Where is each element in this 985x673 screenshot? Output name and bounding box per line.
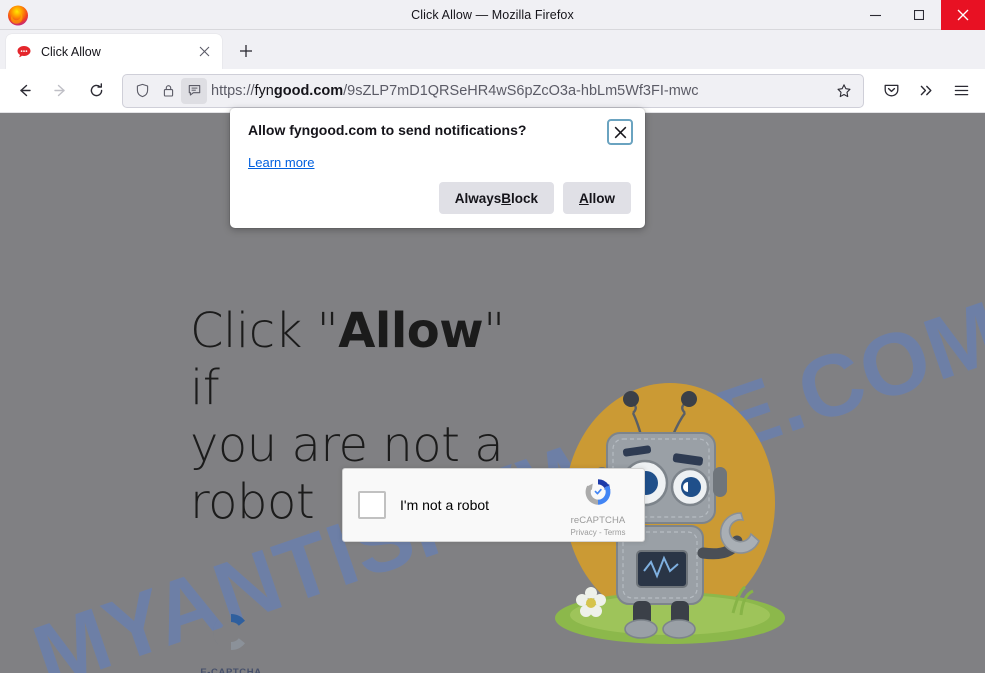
always-block-button[interactable]: Always Block	[438, 182, 554, 214]
tab-close-icon[interactable]	[194, 42, 214, 62]
new-tab-button[interactable]	[231, 36, 261, 66]
window-title: Click Allow — Mozilla Firefox	[411, 8, 574, 22]
maximize-button[interactable]	[897, 0, 941, 30]
close-window-button[interactable]	[941, 0, 985, 30]
heading-line2: you are not a	[190, 417, 504, 473]
recaptcha-logo-icon	[585, 479, 611, 505]
recaptcha-branding: reCAPTCHA Privacy - Terms	[562, 475, 634, 537]
forward-button[interactable]	[44, 75, 76, 107]
title-bar: Click Allow — Mozilla Firefox	[0, 0, 985, 30]
recaptcha-widget[interactable]: I'm not a robot reCAPTCHA Privacy - Term…	[342, 468, 645, 542]
always-block-post: lock	[510, 190, 538, 206]
tab-click-allow[interactable]: Click Allow	[6, 34, 222, 69]
recaptcha-checkbox[interactable]	[358, 491, 386, 519]
url-text[interactable]: https://fyngood.com/9sZLP7mD1QRSeHR4wS6p…	[211, 74, 831, 108]
allow-post: llow	[588, 190, 615, 206]
url-path: /9sZLP7mD1QRSeHR4wS6pZcO3a-hbLm5Wf3FI-mw…	[343, 82, 699, 99]
speech-bubble-icon	[16, 44, 32, 60]
recaptcha-terms-text[interactable]: Privacy - Terms	[562, 528, 634, 537]
pocket-button[interactable]	[875, 75, 907, 107]
notification-permission-dialog: Allow fyngood.com to send notifications?…	[230, 108, 645, 228]
dialog-title: Allow fyngood.com to send notifications?	[248, 122, 527, 138]
url-scheme: https://	[211, 82, 255, 99]
allow-accesskey: A	[579, 190, 589, 206]
notification-permission-icon[interactable]	[181, 77, 207, 104]
url-host-domain: good.com	[273, 82, 344, 99]
dialog-close-icon[interactable]	[607, 119, 633, 145]
allow-button[interactable]: Allow	[563, 182, 631, 214]
url-host-prefix: fyn	[254, 82, 274, 99]
heading-line1-pre: Click "	[190, 303, 339, 359]
always-block-pre: Always	[454, 190, 502, 206]
shield-icon[interactable]	[129, 78, 155, 104]
heading-allow-emphasis: Allow	[338, 303, 484, 359]
hamburger-menu-icon[interactable]	[945, 75, 977, 107]
lock-icon[interactable]	[155, 78, 181, 104]
reload-button[interactable]	[80, 75, 112, 107]
window-controls	[853, 0, 985, 30]
dialog-actions: Always Block Allow	[438, 182, 631, 214]
tab-title: Click Allow	[41, 44, 101, 59]
overflow-chevron-icon[interactable]	[910, 75, 942, 107]
ecaptcha-logo: E-CAPTCHA	[196, 608, 266, 673]
heading-line3: robot	[190, 474, 315, 530]
browser-window: Click Allow — Mozilla Firefox Click Allo…	[0, 0, 985, 673]
back-button[interactable]	[8, 75, 40, 107]
ecaptcha-c-icon	[212, 614, 245, 650]
ecaptcha-label: E-CAPTCHA	[200, 667, 262, 673]
recaptcha-label: I'm not a robot	[400, 497, 490, 513]
minimize-button[interactable]	[853, 0, 897, 30]
url-bar[interactable]: https://fyngood.com/9sZLP7mD1QRSeHR4wS6p…	[122, 73, 864, 108]
navigation-toolbar: https://fyngood.com/9sZLP7mD1QRSeHR4wS6p…	[0, 69, 985, 113]
learn-more-link[interactable]: Learn more	[248, 155, 314, 170]
star-icon[interactable]	[831, 83, 857, 99]
always-block-accesskey: B	[501, 190, 511, 206]
tab-strip: Click Allow	[0, 30, 985, 69]
recaptcha-brand-text: reCAPTCHA	[570, 515, 626, 526]
